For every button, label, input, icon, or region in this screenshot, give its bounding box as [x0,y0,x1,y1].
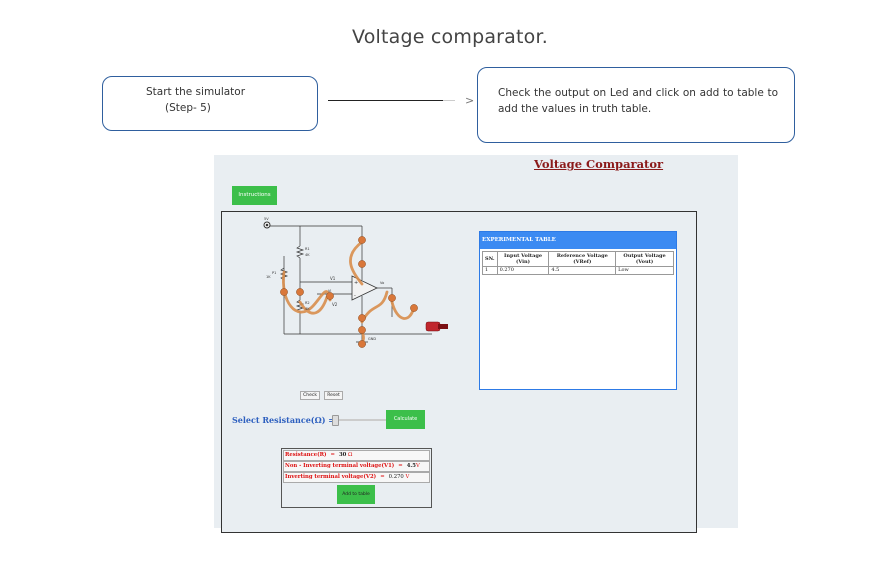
v1-readout-label: Non - Inverting terminal voltage(V1) [285,463,395,469]
led-output [425,321,441,332]
table-cell: 1 [482,266,498,275]
table-row: 1 0.270 4.5 Low [482,266,674,275]
step-check-output-box: Check the output on Led and click on add… [477,67,795,143]
reset-button[interactable]: Reset [324,391,343,400]
vout-label: Vo [380,281,384,285]
source-label: 5V [264,217,269,221]
comparator-circuit-diagram: + - 5V R1 4K R2 4K P1 1K V1 V2 Vo Vi GND [263,217,448,348]
table-header-output-voltage: Output Voltage (Vout) [615,251,674,267]
v1-unit: V [415,463,420,469]
svg-text:+: + [354,280,358,286]
table-header-input-voltage: Input Voltage (Vin) [496,251,550,267]
step2-text: Check the output on Led and click on add… [498,87,778,115]
resistor-r1 [295,245,305,259]
slide-title: Voltage comparator. [351,26,549,48]
svg-text:-: - [354,293,356,299]
calculate-button[interactable]: Calculate [386,410,425,429]
table-cell: Low [615,266,674,275]
step1-text: Start the simulator [146,86,246,98]
resistance-slider-thumb[interactable] [332,415,339,426]
table-cell: 0.270 [496,266,550,275]
gnd-label: GND [368,337,376,341]
r1-value: 4K [305,253,310,257]
pot-label: P1 [272,271,276,275]
table-header-sn: SN. [482,251,498,267]
check-button[interactable]: Check [300,391,320,400]
v2-readout-label: Inverting terminal voltage(V2) [285,474,377,480]
simulator-title: Voltage Comparator [534,157,664,171]
arrow-right-icon: > [465,94,475,107]
experimental-table-title: EXPERIMENTAL TABLE [480,232,676,249]
step-start-simulator-box: Start the simulator (Step- 5) [102,76,318,131]
table-cell: 4.5 [548,266,617,275]
vin-label: Vi [328,289,331,293]
v2-label: V2 [332,302,338,307]
v1-label: V1 [330,276,336,281]
pot-value: 1K [266,275,271,279]
simulator-panel: Voltage Comparator Instructions + - 5V R… [214,155,738,533]
truth-table: SN. Input Voltage (Vin) Reference Voltag… [482,251,674,275]
select-resistance-label: Select Resistance(Ω) = [232,415,335,425]
experimental-table: EXPERIMENTAL TABLE SN. Input Voltage (Vi… [479,231,677,390]
resistance-readout-value: 30 [338,452,347,458]
v2-readout-row: Inverting terminal voltage(V2) = 0.270 V [283,472,430,483]
v1-readout-row: Non - Inverting terminal voltage(V1) = 4.5… [283,461,430,472]
simulator-workspace: + - 5V R1 4K R2 4K P1 1K V1 V2 Vo Vi GND… [221,211,697,533]
v2-unit: V [405,474,410,480]
resistance-readout-row: Resistance(R) = 30 Ω [283,450,430,461]
results-panel: Resistance(R) = 30 Ω Non - Inverting termi… [281,448,432,508]
instructions-button[interactable]: Instructions [232,186,277,205]
table-header-reference-voltage: Reference Voltage (VRef) [548,251,617,267]
step1-number: (Step- 5) [165,102,211,114]
add-to-table-button[interactable]: Add to table [337,485,375,504]
connector-line-faded [443,100,455,101]
v1-readout-value: 4.5 [406,463,416,469]
connector-line [328,100,443,101]
resistance-readout-label: Resistance(R) [285,452,327,458]
r1-label: R1 [305,247,310,251]
resistance-slider-track[interactable] [335,419,388,421]
v2-readout-value: 0.270 [388,474,404,480]
resistance-unit: Ω [348,452,353,458]
r2-label: R2 [305,301,310,305]
r2-value: 4K [305,307,310,311]
